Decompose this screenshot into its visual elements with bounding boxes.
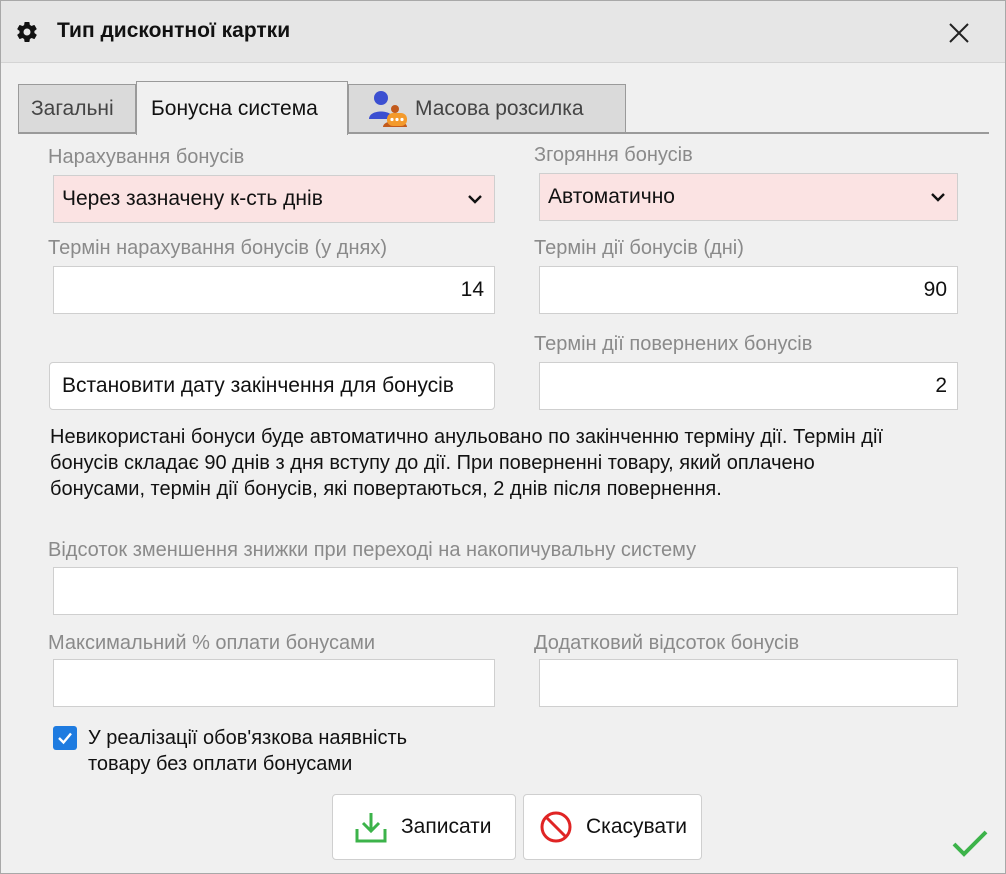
returned-validity-input[interactable]: 2	[539, 362, 958, 410]
tab-bonus-system-label: Бонусна система	[151, 96, 318, 120]
tab-mass-mailing-label: Масова розсилка	[415, 96, 584, 120]
accrual-term-label: Термін нарахування бонусів (у днях)	[48, 237, 387, 259]
accrual-term-input[interactable]: 14	[53, 266, 495, 314]
title-bar: Тип дисконтної картки	[1, 1, 1005, 63]
burn-select-value: Автоматично	[548, 185, 675, 208]
discount-reduction-label: Відсоток зменшення знижки при переході н…	[48, 539, 697, 561]
accrual-select-value: Через зазначену к-сть днів	[62, 187, 323, 210]
window-title: Тип дисконтної картки	[57, 19, 291, 42]
users-chat-icon	[369, 90, 407, 127]
tab-general[interactable]: Загальні	[18, 84, 136, 134]
no-bonus-goods-label: У реалізації обов'язкова наявність товар…	[88, 727, 408, 775]
set-expiry-button-label: Встановити дату закінчення для бонусів	[62, 374, 454, 397]
gear-icon	[17, 22, 37, 43]
status-check-icon	[952, 830, 988, 857]
burn-select[interactable]: Автоматично	[539, 173, 958, 221]
close-button[interactable]	[941, 15, 977, 51]
info-text: Невикористані бонуси буде автоматично ан…	[50, 426, 883, 500]
accrual-select[interactable]: Через зазначену к-сть днів	[53, 175, 495, 223]
cancel-icon	[540, 811, 572, 843]
download-save-icon	[355, 813, 387, 843]
no-bonus-goods-checkbox[interactable]	[53, 726, 77, 750]
cancel-button[interactable]: Скасувати	[523, 794, 702, 860]
returned-validity-label: Термін дії повернених бонусів	[534, 333, 813, 355]
chevron-down-icon	[931, 193, 945, 202]
validity-input[interactable]: 90	[539, 266, 958, 314]
accrual-label: Нарахування бонусів	[48, 146, 245, 168]
dialog-window: Тип дисконтної картки Загальні Бонусна с…	[0, 0, 1006, 874]
tab-mass-mailing[interactable]: Масова розсилка	[348, 84, 626, 134]
set-expiry-button[interactable]: Встановити дату закінчення для бонусів	[49, 362, 495, 410]
cancel-button-label: Скасувати	[586, 815, 687, 838]
discount-reduction-input[interactable]	[53, 567, 958, 615]
tab-bonus-system[interactable]: Бонусна система	[136, 81, 348, 135]
burn-label: Згоряння бонусів	[534, 144, 693, 166]
extra-percent-label: Додатковий відсоток бонусів	[534, 632, 800, 654]
max-payment-label: Максимальний % оплати бонусами	[48, 632, 376, 654]
max-payment-input[interactable]	[53, 659, 495, 707]
save-button-label: Записати	[401, 815, 492, 838]
checkmark-icon	[58, 732, 72, 745]
validity-label: Термін дії бонусів (дні)	[534, 237, 744, 259]
chevron-down-icon	[468, 195, 482, 204]
extra-percent-input[interactable]	[539, 659, 958, 707]
save-button[interactable]: Записати	[332, 794, 516, 860]
tab-general-label: Загальні	[31, 96, 114, 120]
close-icon	[949, 23, 969, 43]
